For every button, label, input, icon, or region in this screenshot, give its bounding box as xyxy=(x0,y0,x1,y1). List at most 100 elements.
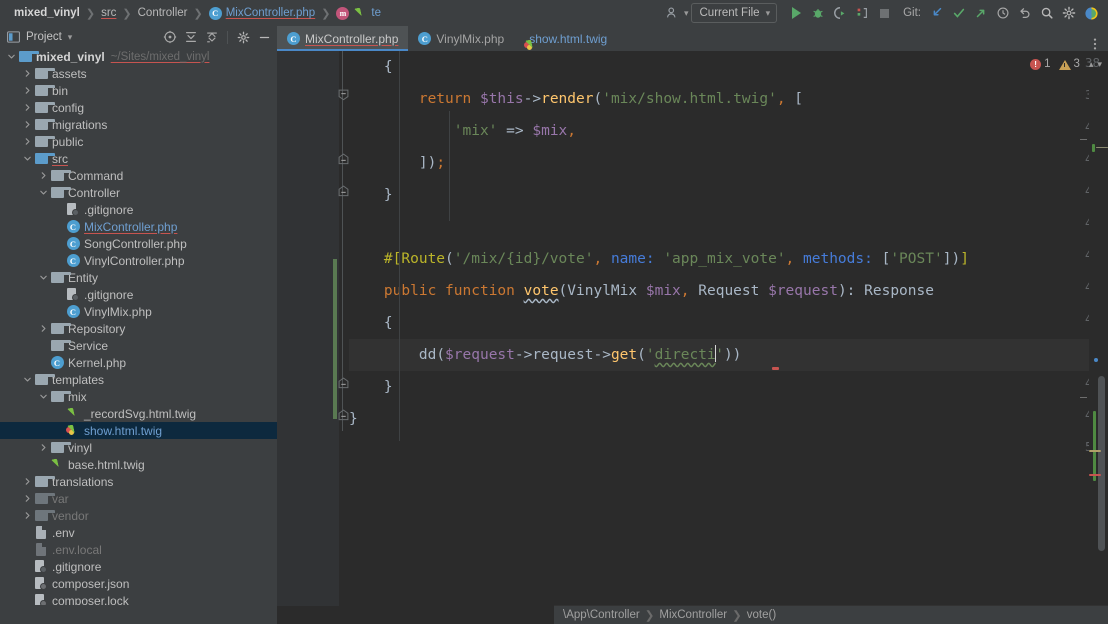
fold-collapse-icon[interactable] xyxy=(336,79,350,111)
code-line[interactable]: public function vote(VinylMix $mix, Requ… xyxy=(349,275,1089,307)
scrollbar-thumb[interactable] xyxy=(1098,376,1105,551)
chevron-right-icon[interactable] xyxy=(22,136,33,147)
undo-icon[interactable] xyxy=(1014,2,1036,24)
chevron-down-icon[interactable] xyxy=(38,187,49,198)
editor-tab[interactable]: show.html.twig xyxy=(514,26,617,51)
run-configuration-selector[interactable]: Current File ▾ xyxy=(690,3,778,23)
chevron-down-icon[interactable]: ▾ xyxy=(684,8,689,19)
history-icon[interactable] xyxy=(992,2,1014,24)
tree-item[interactable]: show.html.twig xyxy=(0,422,277,439)
fold-expand-icon[interactable] xyxy=(336,143,350,175)
tree-item[interactable]: C VinylController.php xyxy=(0,252,277,269)
expand-all-icon[interactable] xyxy=(182,28,200,46)
breadcrumb-namespace[interactable]: \App\Controller xyxy=(563,609,640,621)
chevron-right-icon[interactable] xyxy=(38,323,49,334)
user-profile-icon[interactable] xyxy=(662,2,684,24)
chevron-down-icon[interactable] xyxy=(22,153,33,164)
tree-item[interactable]: vinyl xyxy=(0,439,277,456)
code-text[interactable]: { return $this->render('mix/show.html.tw… xyxy=(277,51,1108,606)
tree-item[interactable]: C MixController.php xyxy=(0,218,277,235)
fold-expand-icon[interactable] xyxy=(336,399,350,431)
tree-item[interactable]: vendor xyxy=(0,507,277,524)
tree-item[interactable]: Repository xyxy=(0,320,277,337)
code-line[interactable] xyxy=(349,211,1089,243)
tree-item[interactable]: bin xyxy=(0,82,277,99)
git-commit-icon[interactable] xyxy=(948,2,970,24)
tree-item[interactable]: Controller xyxy=(0,184,277,201)
tree-item[interactable]: Entity xyxy=(0,269,277,286)
run-icon[interactable] xyxy=(785,2,807,24)
code-line[interactable]: } xyxy=(349,403,1089,435)
tree-item[interactable]: assets xyxy=(0,65,277,82)
breadcrumb-item-project[interactable]: mixed_vinyl xyxy=(9,0,85,26)
chevron-down-icon[interactable] xyxy=(22,374,33,385)
search-everywhere-icon[interactable] xyxy=(1036,2,1058,24)
tree-item[interactable]: .gitignore xyxy=(0,286,277,303)
chevron-down-icon[interactable] xyxy=(38,391,49,402)
chevron-down-icon[interactable] xyxy=(38,272,49,283)
code-line[interactable]: } xyxy=(349,179,1089,211)
breadcrumb-item-controller[interactable]: Controller xyxy=(133,0,193,26)
chevron-down-icon[interactable]: ▾ xyxy=(1097,59,1102,70)
tree-item[interactable]: C SongController.php xyxy=(0,235,277,252)
code-editor[interactable]: 38394041424344454647484950 { return $thi… xyxy=(277,51,1108,624)
tree-item[interactable]: C Kernel.php xyxy=(0,354,277,371)
tree-item[interactable]: src xyxy=(0,150,277,167)
tree-item[interactable]: Command xyxy=(0,167,277,184)
profiler-icon[interactable] xyxy=(851,2,873,24)
chevron-right-icon[interactable] xyxy=(22,493,33,504)
stop-icon[interactable] xyxy=(873,2,895,24)
fold-expand-icon[interactable] xyxy=(336,175,350,207)
tree-item[interactable]: templates xyxy=(0,371,277,388)
chevron-down-icon[interactable]: ▾ xyxy=(68,32,73,43)
code-line[interactable]: ]); xyxy=(349,147,1089,179)
chevron-right-icon[interactable] xyxy=(22,102,33,113)
code-line[interactable]: } xyxy=(349,371,1089,403)
tree-item[interactable]: public xyxy=(0,133,277,150)
tree-item[interactable]: translations xyxy=(0,473,277,490)
breadcrumb-item-method[interactable]: m te xyxy=(331,0,386,26)
tree-item[interactable]: mixed_vinyl ~/Sites/mixed_vinyl xyxy=(0,48,277,65)
select-opened-file-icon[interactable] xyxy=(161,28,179,46)
git-update-project-icon[interactable] xyxy=(926,2,948,24)
code-line[interactable]: { xyxy=(349,307,1089,339)
chevron-right-icon[interactable] xyxy=(38,442,49,453)
tree-item[interactable]: C VinylMix.php xyxy=(0,303,277,320)
error-count-badge[interactable]: ! 1 xyxy=(1030,58,1051,70)
tree-item[interactable]: composer.json xyxy=(0,575,277,592)
collapse-all-icon[interactable] xyxy=(203,28,221,46)
run-with-coverage-icon[interactable] xyxy=(829,2,851,24)
gear-icon[interactable] xyxy=(1058,2,1080,24)
chevron-right-icon[interactable] xyxy=(38,170,49,181)
gear-icon[interactable] xyxy=(234,28,252,46)
chevron-right-icon[interactable] xyxy=(22,510,33,521)
code-line[interactable]: return $this->render('mix/show.html.twig… xyxy=(349,83,1089,115)
tree-item[interactable]: base.html.twig xyxy=(0,456,277,473)
git-push-icon[interactable] xyxy=(970,2,992,24)
ai-assistant-icon[interactable] xyxy=(1080,2,1102,24)
chevron-right-icon[interactable] xyxy=(22,119,33,130)
tree-item[interactable]: var xyxy=(0,490,277,507)
editor-tab[interactable]: C VinylMix.php xyxy=(408,26,514,51)
fold-expand-icon[interactable] xyxy=(336,367,350,399)
chevron-right-icon[interactable] xyxy=(22,476,33,487)
code-line[interactable] xyxy=(349,435,1089,467)
tree-item[interactable]: Service xyxy=(0,337,277,354)
tree-item[interactable]: config xyxy=(0,99,277,116)
tree-item[interactable]: .env xyxy=(0,524,277,541)
warning-count-badge[interactable]: 3 xyxy=(1058,58,1080,70)
editor-gutter[interactable] xyxy=(277,51,339,606)
tree-item[interactable]: mix xyxy=(0,388,277,405)
inspection-widget[interactable]: ! 1 3 ▴ ▾ xyxy=(1008,51,1108,77)
editor-scrollbar[interactable] xyxy=(1089,76,1108,624)
tree-item[interactable]: _recordSvg.html.twig xyxy=(0,405,277,422)
chevron-right-icon[interactable] xyxy=(22,85,33,96)
debug-icon[interactable] xyxy=(807,2,829,24)
code-line[interactable]: { xyxy=(349,51,1089,83)
minimize-icon[interactable] xyxy=(255,28,273,46)
project-tree[interactable]: mixed_vinyl ~/Sites/mixed_vinyl assets bin c… xyxy=(0,48,277,624)
code-line[interactable]: dd($request->request->get('directi')) xyxy=(277,339,1108,371)
editor-breadcrumb[interactable]: \App\Controller ❯ MixController ❯ vote() xyxy=(554,605,1108,624)
breadcrumb-method[interactable]: vote() xyxy=(747,609,776,621)
tree-item[interactable]: .gitignore xyxy=(0,558,277,575)
